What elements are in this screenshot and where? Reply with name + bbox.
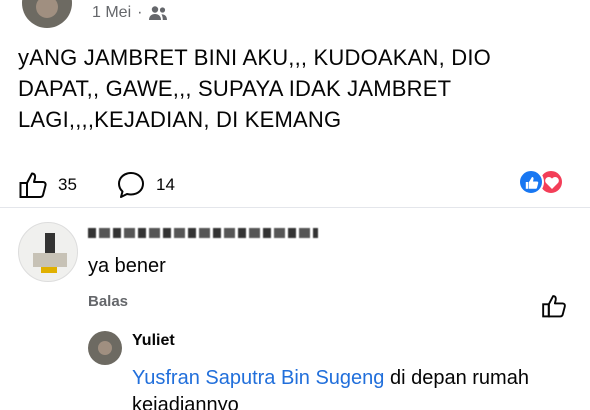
post-meta: 1 Mei · <box>92 4 168 22</box>
commenter-name[interactable] <box>88 224 318 239</box>
reply-text: Yusfran Saputra Bin Sugeng di depan ruma… <box>132 365 572 410</box>
like-reaction-icon <box>518 169 544 195</box>
divider <box>0 207 590 208</box>
meta-separator: · <box>137 4 143 21</box>
comment-like-icon[interactable] <box>541 293 567 319</box>
like-button[interactable]: 35 <box>18 170 77 200</box>
reactions-summary[interactable] <box>518 169 570 195</box>
reply-author-avatar[interactable] <box>88 331 122 365</box>
comment-count: 14 <box>156 175 175 194</box>
post-text: yANG JAMBRET BINI AKU,,, KUDOAKAN, DIO D… <box>18 45 491 132</box>
post-author-avatar[interactable] <box>22 0 72 28</box>
reply-button[interactable]: Balas <box>88 293 128 310</box>
like-count: 35 <box>58 175 77 194</box>
blurred-name <box>88 227 318 238</box>
post-date[interactable]: 1 Mei <box>92 4 131 22</box>
friends-icon <box>149 6 168 20</box>
comment-button[interactable]: 14 <box>116 170 175 200</box>
comment-text: ya bener <box>88 255 166 277</box>
thumbs-up-icon <box>19 172 47 198</box>
mention-link[interactable]: Yusfran Saputra Bin Sugeng <box>132 367 384 389</box>
reply-author-name[interactable]: Yuliet <box>132 332 175 350</box>
commenter-avatar[interactable] <box>18 222 78 282</box>
comment-icon <box>118 172 144 198</box>
